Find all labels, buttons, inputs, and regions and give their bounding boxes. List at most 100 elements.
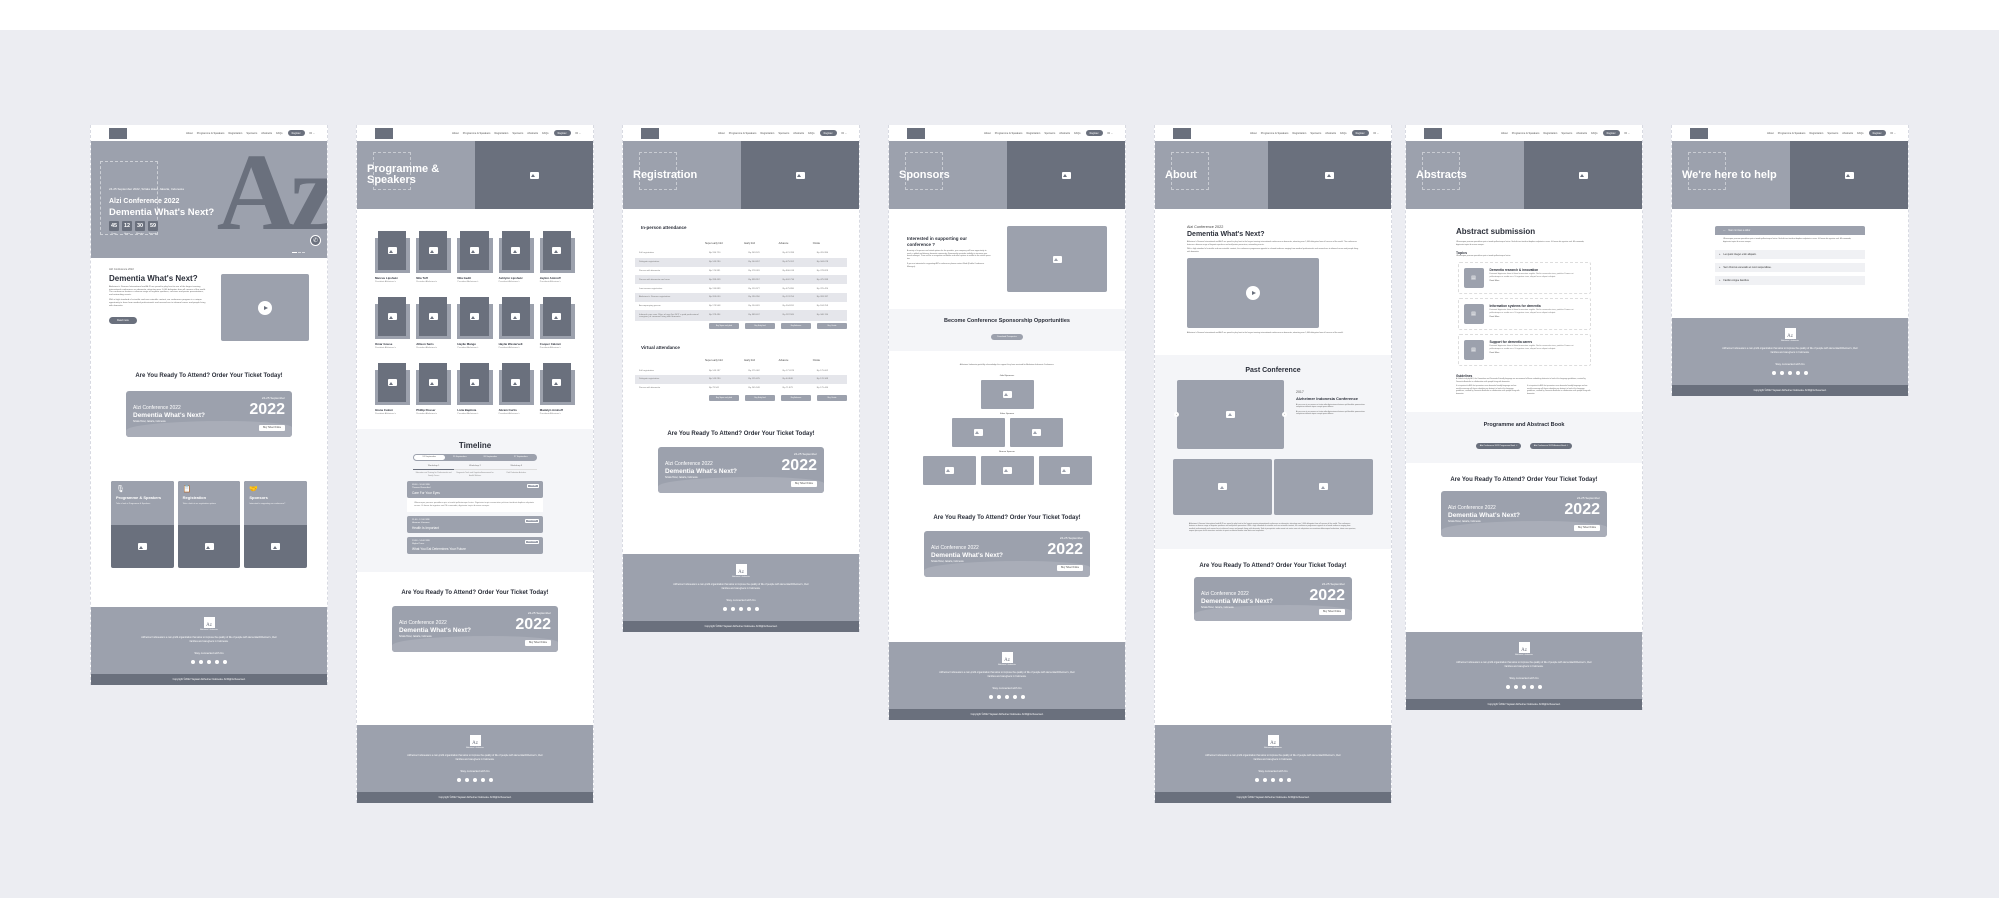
read-more-link[interactable]: Read More bbox=[1490, 280, 1585, 282]
silver-sponsor-logo[interactable] bbox=[1009, 417, 1063, 447]
programme-book-button[interactable]: Alzi Conference 2022 Programme Book ↗ bbox=[1475, 442, 1522, 449]
buy-super-early-bird-button[interactable]: Buy Super early bird bbox=[709, 394, 739, 401]
instagram-icon[interactable] bbox=[1788, 371, 1792, 375]
session-tag[interactable]: See All bbox=[527, 484, 539, 489]
register-button[interactable]: Register bbox=[287, 130, 305, 136]
youtube-icon[interactable] bbox=[465, 778, 469, 782]
nav-programme[interactable]: Programme & Speakers bbox=[1778, 132, 1806, 135]
logo[interactable] bbox=[1173, 127, 1191, 139]
register-button[interactable]: Register bbox=[1602, 130, 1620, 136]
carousel-prev-icon[interactable]: ‹ bbox=[1174, 411, 1179, 417]
nav-sponsors[interactable]: Sponsors bbox=[1561, 132, 1572, 135]
youtube-icon[interactable] bbox=[1780, 371, 1784, 375]
youtube-icon[interactable] bbox=[1263, 778, 1267, 782]
speaker-card[interactable]: Jaylon Aminoff President Alzheimer's bbox=[539, 231, 576, 283]
facebook-icon[interactable] bbox=[1255, 778, 1259, 782]
register-button[interactable]: Register bbox=[1351, 130, 1369, 136]
buy-early-bird-button[interactable]: Buy Early bird bbox=[745, 323, 775, 330]
silver-sponsor-logo[interactable] bbox=[951, 417, 1005, 447]
nav-programme[interactable]: Programme & Speakers bbox=[197, 132, 225, 135]
twitter-icon[interactable] bbox=[215, 660, 219, 664]
logo[interactable] bbox=[1424, 127, 1442, 139]
buy-super-early-bird-button[interactable]: Buy Super early bird bbox=[709, 323, 739, 330]
nav-programme[interactable]: Programme & Speakers bbox=[1261, 132, 1289, 135]
whatsapp-icon[interactable]: ✆ bbox=[310, 235, 321, 246]
abstract-book-button[interactable]: Alzi Conference 2022 Abstract Book ↗ bbox=[1529, 442, 1573, 449]
nav-faqs[interactable]: FAQs bbox=[276, 132, 283, 135]
faq-question[interactable]: + Leo justo integer enim aliquam. bbox=[1715, 250, 1865, 260]
nav-registration[interactable]: Registration bbox=[1809, 132, 1823, 135]
register-button[interactable]: Register bbox=[553, 130, 571, 136]
speaker-card[interactable]: Madelyn Aminoff President Alzheimer's bbox=[539, 363, 576, 415]
card-registration[interactable]: 📋 Registration Take a look at our registra… bbox=[177, 481, 241, 568]
nav-programme[interactable]: Programme & Speakers bbox=[463, 132, 491, 135]
facebook-icon[interactable] bbox=[191, 660, 195, 664]
linkedin-icon[interactable] bbox=[223, 660, 227, 664]
session-accordion[interactable]: 13:00 - 14:00 WIB Skylar Press What You … bbox=[407, 537, 543, 555]
nav-about[interactable]: About bbox=[186, 132, 193, 135]
facebook-icon[interactable] bbox=[1772, 371, 1776, 375]
speaker-card[interactable]: Haylie Westervelt President Alzheimer's bbox=[498, 297, 535, 349]
language-selector[interactable]: ID ⌄ bbox=[1108, 132, 1114, 135]
logo[interactable] bbox=[109, 127, 127, 139]
speaker-card[interactable]: Cooper Calzoni President Alzheimer's bbox=[539, 297, 576, 349]
linkedin-icon[interactable] bbox=[489, 778, 493, 782]
nav-sponsors[interactable]: Sponsors bbox=[1310, 132, 1321, 135]
buy-early-bird-button[interactable]: Buy Early bird bbox=[745, 394, 775, 401]
facebook-icon[interactable] bbox=[1506, 685, 1510, 689]
buy-advance-button[interactable]: Buy Advance bbox=[781, 394, 811, 401]
twitter-icon[interactable] bbox=[1796, 371, 1800, 375]
carousel-next-icon[interactable]: › bbox=[1282, 411, 1287, 417]
nav-sponsors[interactable]: Sponsors bbox=[1827, 132, 1838, 135]
nav-programme[interactable]: Programme & Speakers bbox=[995, 132, 1023, 135]
register-button[interactable]: Register bbox=[1868, 130, 1886, 136]
past-gallery-image[interactable] bbox=[1274, 458, 1373, 515]
nav-sponsors[interactable]: Sponsors bbox=[246, 132, 257, 135]
instagram-icon[interactable] bbox=[1271, 778, 1275, 782]
speaker-card[interactable]: Marcus Lipshutz President Alzheimer's bbox=[374, 231, 411, 283]
tab-workshop-3[interactable]: Workshop 3 bbox=[495, 465, 537, 470]
nav-about[interactable]: About bbox=[1767, 132, 1774, 135]
card-sponsors[interactable]: 🤝 Sponsors Interested in supporting our co… bbox=[244, 481, 308, 568]
nav-abstracts[interactable]: Abstracts bbox=[1842, 132, 1853, 135]
nav-abstracts[interactable]: Abstracts bbox=[793, 132, 804, 135]
language-selector[interactable]: ID ⌄ bbox=[842, 132, 848, 135]
logo[interactable] bbox=[641, 127, 659, 139]
nav-abstracts[interactable]: Abstracts bbox=[1325, 132, 1336, 135]
read-more-link[interactable]: Read More bbox=[1490, 316, 1585, 318]
linkedin-icon[interactable] bbox=[1021, 695, 1025, 699]
instagram-icon[interactable] bbox=[1005, 695, 1009, 699]
buy-ticket-button[interactable]: Buy Ticket Online bbox=[1319, 608, 1345, 615]
nav-abstracts[interactable]: Abstracts bbox=[1576, 132, 1587, 135]
speaker-card[interactable]: Nita Tuff President Alzheimer's bbox=[416, 231, 452, 283]
facebook-icon[interactable] bbox=[989, 695, 993, 699]
nav-sponsors[interactable]: Sponsors bbox=[512, 132, 523, 135]
nav-registration[interactable]: Registration bbox=[1026, 132, 1040, 135]
session-accordion[interactable]: 09:00 - 10:00 WIB Thomas Rosenthal Care … bbox=[407, 481, 543, 499]
nav-registration[interactable]: Registration bbox=[494, 132, 508, 135]
intro-video[interactable] bbox=[221, 274, 309, 341]
nav-abstracts[interactable]: Abstracts bbox=[527, 132, 538, 135]
buy-advance-button[interactable]: Buy Advance bbox=[781, 323, 811, 330]
past-gallery-image[interactable] bbox=[1173, 458, 1272, 515]
nav-about[interactable]: About bbox=[718, 132, 725, 135]
nav-faqs[interactable]: FAQs bbox=[1857, 132, 1864, 135]
linkedin-icon[interactable] bbox=[1804, 371, 1808, 375]
language-selector[interactable]: ID ⌄ bbox=[1891, 132, 1897, 135]
speaker-card[interactable]: Gisna Culoni President Alzheimer's bbox=[374, 363, 411, 415]
buy-ticket-button[interactable]: Buy Ticket Online bbox=[791, 480, 817, 487]
past-carousel[interactable]: ‹ › bbox=[1174, 379, 1287, 449]
logo[interactable] bbox=[1690, 127, 1708, 139]
nav-about[interactable]: About bbox=[1250, 132, 1257, 135]
nav-faqs[interactable]: FAQs bbox=[542, 132, 549, 135]
nav-registration[interactable]: Registration bbox=[1292, 132, 1306, 135]
twitter-icon[interactable] bbox=[1279, 778, 1283, 782]
buy-ticket-button[interactable]: Buy Ticket Online bbox=[1574, 524, 1600, 531]
nav-about[interactable]: About bbox=[1501, 132, 1508, 135]
bronze-sponsor-logo[interactable] bbox=[980, 455, 1034, 485]
tab-day-3[interactable]: 26 September bbox=[475, 455, 506, 460]
buy-onsite-button[interactable]: Buy Onsite bbox=[817, 394, 847, 401]
download-prospectus-button[interactable]: Download Prospectus bbox=[991, 334, 1023, 340]
about-video[interactable] bbox=[1187, 257, 1319, 328]
linkedin-icon[interactable] bbox=[1287, 778, 1291, 782]
